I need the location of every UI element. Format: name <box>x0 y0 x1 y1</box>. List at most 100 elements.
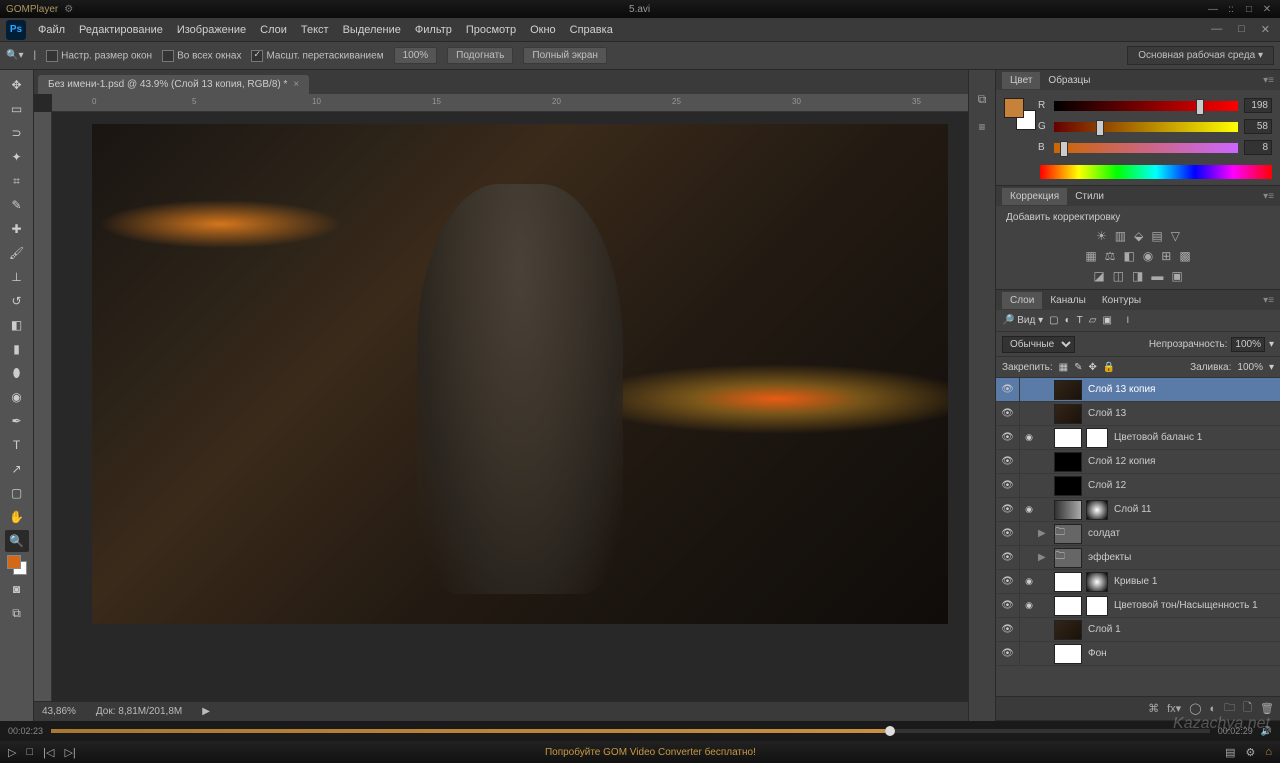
lock-all-icon[interactable]: 🔒 <box>1103 362 1115 373</box>
min-icon[interactable]: — <box>1206 3 1220 15</box>
layer-row[interactable]: 👁Фон <box>996 642 1280 666</box>
visibility-icon[interactable]: 👁 <box>996 522 1020 545</box>
all-windows-checkbox[interactable] <box>162 50 174 62</box>
layer-mask[interactable] <box>1086 428 1108 448</box>
prev-icon[interactable]: |◁ <box>43 746 54 759</box>
fx-icon[interactable]: fx▾ <box>1167 702 1181 715</box>
stop-icon[interactable]: □ <box>26 746 33 758</box>
balance-icon[interactable]: ⚖ <box>1105 249 1116 263</box>
visibility-icon[interactable]: 👁 <box>996 378 1020 401</box>
panel-menu-icon[interactable]: ▾≡ <box>1263 295 1274 306</box>
promo-message[interactable]: Попробуйте GOM Video Converter бесплатно… <box>86 747 1215 758</box>
panel-icon[interactable]: ▤ <box>1225 746 1235 759</box>
filter-shape-icon[interactable]: ▱ <box>1089 315 1097 326</box>
lasso-tool[interactable]: ⊃ <box>5 122 29 144</box>
invert-icon[interactable]: ◪ <box>1093 269 1104 283</box>
workspace-selector[interactable]: Основная рабочая среда ▾ <box>1127 46 1274 65</box>
document-tab[interactable]: Без имени-1.psd @ 43.9% (Слой 13 копия, … <box>38 75 309 94</box>
layer-thumbnail[interactable] <box>1054 620 1082 640</box>
lock-pos-icon[interactable]: ✥ <box>1089 362 1097 373</box>
layer-row[interactable]: 👁◉Кривые 1 <box>996 570 1280 594</box>
shape-tool[interactable]: ▢ <box>5 482 29 504</box>
adjustment-layer-icon[interactable]: ◐ <box>1210 703 1217 715</box>
heal-tool[interactable]: ✚ <box>5 218 29 240</box>
eraser-tool[interactable]: ◧ <box>5 314 29 336</box>
layer-row[interactable]: 👁Слой 13 копия <box>996 378 1280 402</box>
filter-smart-icon[interactable]: ▣ <box>1102 315 1111 326</box>
paths-tab[interactable]: Контуры <box>1094 292 1149 309</box>
ps-min-icon[interactable]: — <box>1207 23 1226 36</box>
blend-mode-select[interactable]: Обычные <box>1002 336 1075 353</box>
exposure-icon[interactable]: ▤ <box>1151 229 1162 243</box>
marquee-tool[interactable]: ▭ <box>5 98 29 120</box>
play-icon[interactable]: ▷ <box>8 746 16 759</box>
layer-name[interactable]: Слой 1 <box>1086 624 1280 635</box>
menu-select[interactable]: Выделение <box>343 24 401 36</box>
layer-thumbnail[interactable] <box>1054 500 1082 520</box>
visibility-icon[interactable]: 👁 <box>996 618 1020 641</box>
zoom-level[interactable]: 43,86% <box>42 706 76 717</box>
next-icon[interactable]: ▷| <box>64 746 75 759</box>
red-slider[interactable] <box>1054 101 1238 111</box>
layer-name[interactable]: Слой 11 <box>1112 504 1280 515</box>
brush-tool[interactable]: 🖌 <box>5 242 29 264</box>
visibility-icon[interactable]: 👁 <box>996 402 1020 425</box>
menu-help[interactable]: Справка <box>570 24 613 36</box>
type-tool[interactable]: T <box>5 434 29 456</box>
visibility-icon[interactable]: 👁 <box>996 450 1020 473</box>
layer-name[interactable]: эффекты <box>1086 552 1280 563</box>
crop-tool[interactable]: ⌗ <box>5 170 29 192</box>
menu-edit[interactable]: Редактирование <box>79 24 163 36</box>
delete-layer-icon[interactable]: 🗑 <box>1260 702 1274 715</box>
layer-thumbnail[interactable] <box>1054 380 1082 400</box>
curves-icon[interactable]: ⬙ <box>1134 229 1143 243</box>
ps-max-icon[interactable]: □ <box>1234 23 1249 36</box>
lookup-icon[interactable]: ▩ <box>1179 249 1190 263</box>
canvas[interactable] <box>92 124 948 624</box>
blue-value[interactable]: 8 <box>1244 140 1272 155</box>
zoom-tool-icon[interactable]: 🔍▾ <box>6 50 23 61</box>
compact-icon[interactable]: :: <box>1224 3 1238 15</box>
wand-tool[interactable]: ✦ <box>5 146 29 168</box>
visibility-icon[interactable]: 👁 <box>996 498 1020 521</box>
layer-row[interactable]: 👁 Слой 13 <box>996 402 1280 426</box>
link-layers-icon[interactable]: ⌘ <box>1148 702 1159 715</box>
layer-thumbnail[interactable] <box>1054 428 1082 448</box>
menu-view[interactable]: Просмотр <box>466 24 516 36</box>
visibility-icon[interactable]: 👁 <box>996 474 1020 497</box>
posterize-icon[interactable]: ◫ <box>1113 269 1124 283</box>
layer-name[interactable]: Кривые 1 <box>1112 576 1280 587</box>
panel-menu-icon[interactable]: ▾≡ <box>1263 191 1274 202</box>
layer-name[interactable]: солдат <box>1086 528 1280 539</box>
pen-tool[interactable]: ✒ <box>5 410 29 432</box>
zoom-tool[interactable]: 🔍 <box>5 530 29 552</box>
visibility-icon[interactable]: 👁 <box>996 426 1020 449</box>
threshold-icon[interactable]: ◨ <box>1132 269 1143 283</box>
layer-thumbnail[interactable] <box>1054 644 1082 664</box>
screenmode-tool[interactable]: ⧉ <box>5 602 29 624</box>
actions-icon[interactable]: ≡ <box>972 118 992 136</box>
menu-filter[interactable]: Фильтр <box>415 24 452 36</box>
folder-toggle-icon[interactable]: ▶ <box>1038 528 1050 539</box>
gom-prefs-icon[interactable]: ⚙ <box>64 4 73 15</box>
layer-name[interactable]: Цветовой тон/Насыщенность 1 <box>1112 600 1280 611</box>
fill-input[interactable]: 100% <box>1237 362 1263 373</box>
layer-name[interactable]: Слой 13 <box>1086 408 1280 419</box>
filter-type-icon[interactable]: T <box>1077 315 1083 326</box>
fit-screen-button[interactable]: Подогнать <box>447 47 513 64</box>
lock-pixels-icon[interactable]: ✎ <box>1074 362 1082 373</box>
layer-row[interactable]: 👁◉Цветовой тон/Насыщенность 1 <box>996 594 1280 618</box>
color-swatches[interactable] <box>1004 98 1030 124</box>
history-icon[interactable]: ⧉ <box>972 90 992 108</box>
zoom-100-button[interactable]: 100% <box>394 47 438 64</box>
swatches-tab[interactable]: Образцы <box>1040 72 1098 89</box>
menu-file[interactable]: Файл <box>38 24 65 36</box>
eyedropper-tool[interactable]: ✎ <box>5 194 29 216</box>
gradient-map-icon[interactable]: ▬ <box>1151 269 1163 283</box>
layer-thumbnail[interactable] <box>1054 404 1082 424</box>
color-tab[interactable]: Цвет <box>1002 72 1040 89</box>
styles-tab[interactable]: Стили <box>1067 188 1112 205</box>
full-screen-button[interactable]: Полный экран <box>523 47 607 64</box>
history-brush-tool[interactable]: ↺ <box>5 290 29 312</box>
opacity-input[interactable]: 100% <box>1231 337 1265 352</box>
